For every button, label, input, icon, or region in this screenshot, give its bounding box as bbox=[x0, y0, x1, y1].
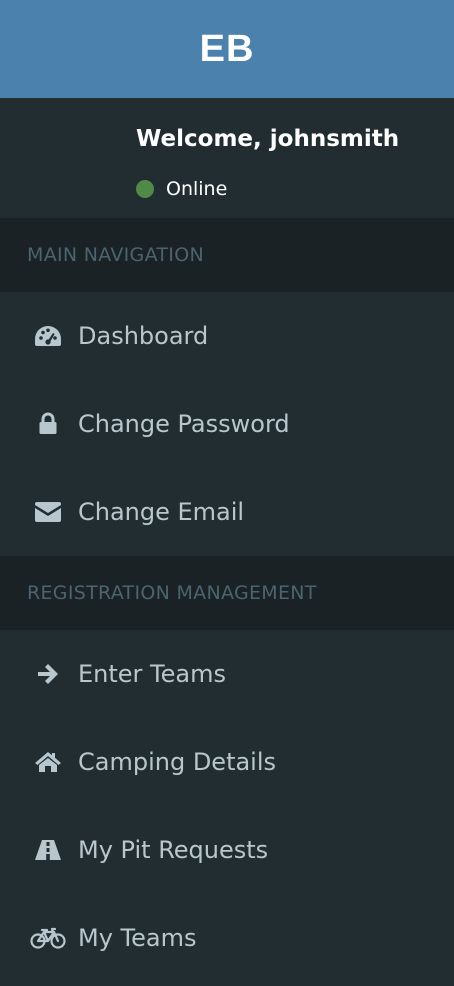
lock-icon bbox=[30, 412, 66, 436]
menu-item-change-email[interactable]: Change Email bbox=[0, 468, 454, 556]
section-header-main-navigation: MAIN NAVIGATION bbox=[0, 218, 454, 292]
menu-item-my-pit-requests[interactable]: My Pit Requests bbox=[0, 806, 454, 894]
section-header-registration-management: REGISTRATION MANAGEMENT bbox=[0, 556, 454, 630]
menu-label: My Pit Requests bbox=[78, 836, 269, 864]
menu-item-dashboard[interactable]: Dashboard bbox=[0, 292, 454, 380]
arrow-right-icon bbox=[30, 662, 66, 686]
sidebar: EB Welcome, johnsmith Online MAIN NAVIGA… bbox=[0, 0, 454, 986]
logo-text: EB bbox=[199, 27, 255, 70]
dashboard-icon bbox=[30, 324, 66, 348]
welcome-text: Welcome, johnsmith bbox=[136, 126, 400, 152]
envelope-icon bbox=[30, 500, 66, 524]
menu-label: Enter Teams bbox=[78, 660, 226, 688]
menu-label: Change Email bbox=[78, 498, 245, 526]
menu-label: Change Password bbox=[78, 410, 290, 438]
status-dot-icon bbox=[136, 180, 154, 198]
status-label: Online bbox=[166, 178, 228, 200]
bicycle-icon bbox=[30, 926, 66, 950]
menu-item-camping-details[interactable]: Camping Details bbox=[0, 718, 454, 806]
user-status: Online bbox=[136, 178, 227, 200]
menu-label: Camping Details bbox=[78, 748, 277, 776]
menu-label: Dashboard bbox=[78, 322, 209, 350]
menu-item-change-password[interactable]: Change Password bbox=[0, 380, 454, 468]
user-panel: Welcome, johnsmith Online bbox=[0, 98, 454, 218]
home-icon bbox=[30, 750, 66, 774]
menu-item-my-teams[interactable]: My Teams bbox=[0, 894, 454, 982]
logo[interactable]: EB bbox=[0, 0, 454, 98]
menu-item-enter-teams[interactable]: Enter Teams bbox=[0, 630, 454, 718]
menu-label: My Teams bbox=[78, 924, 197, 952]
road-icon bbox=[30, 838, 66, 862]
